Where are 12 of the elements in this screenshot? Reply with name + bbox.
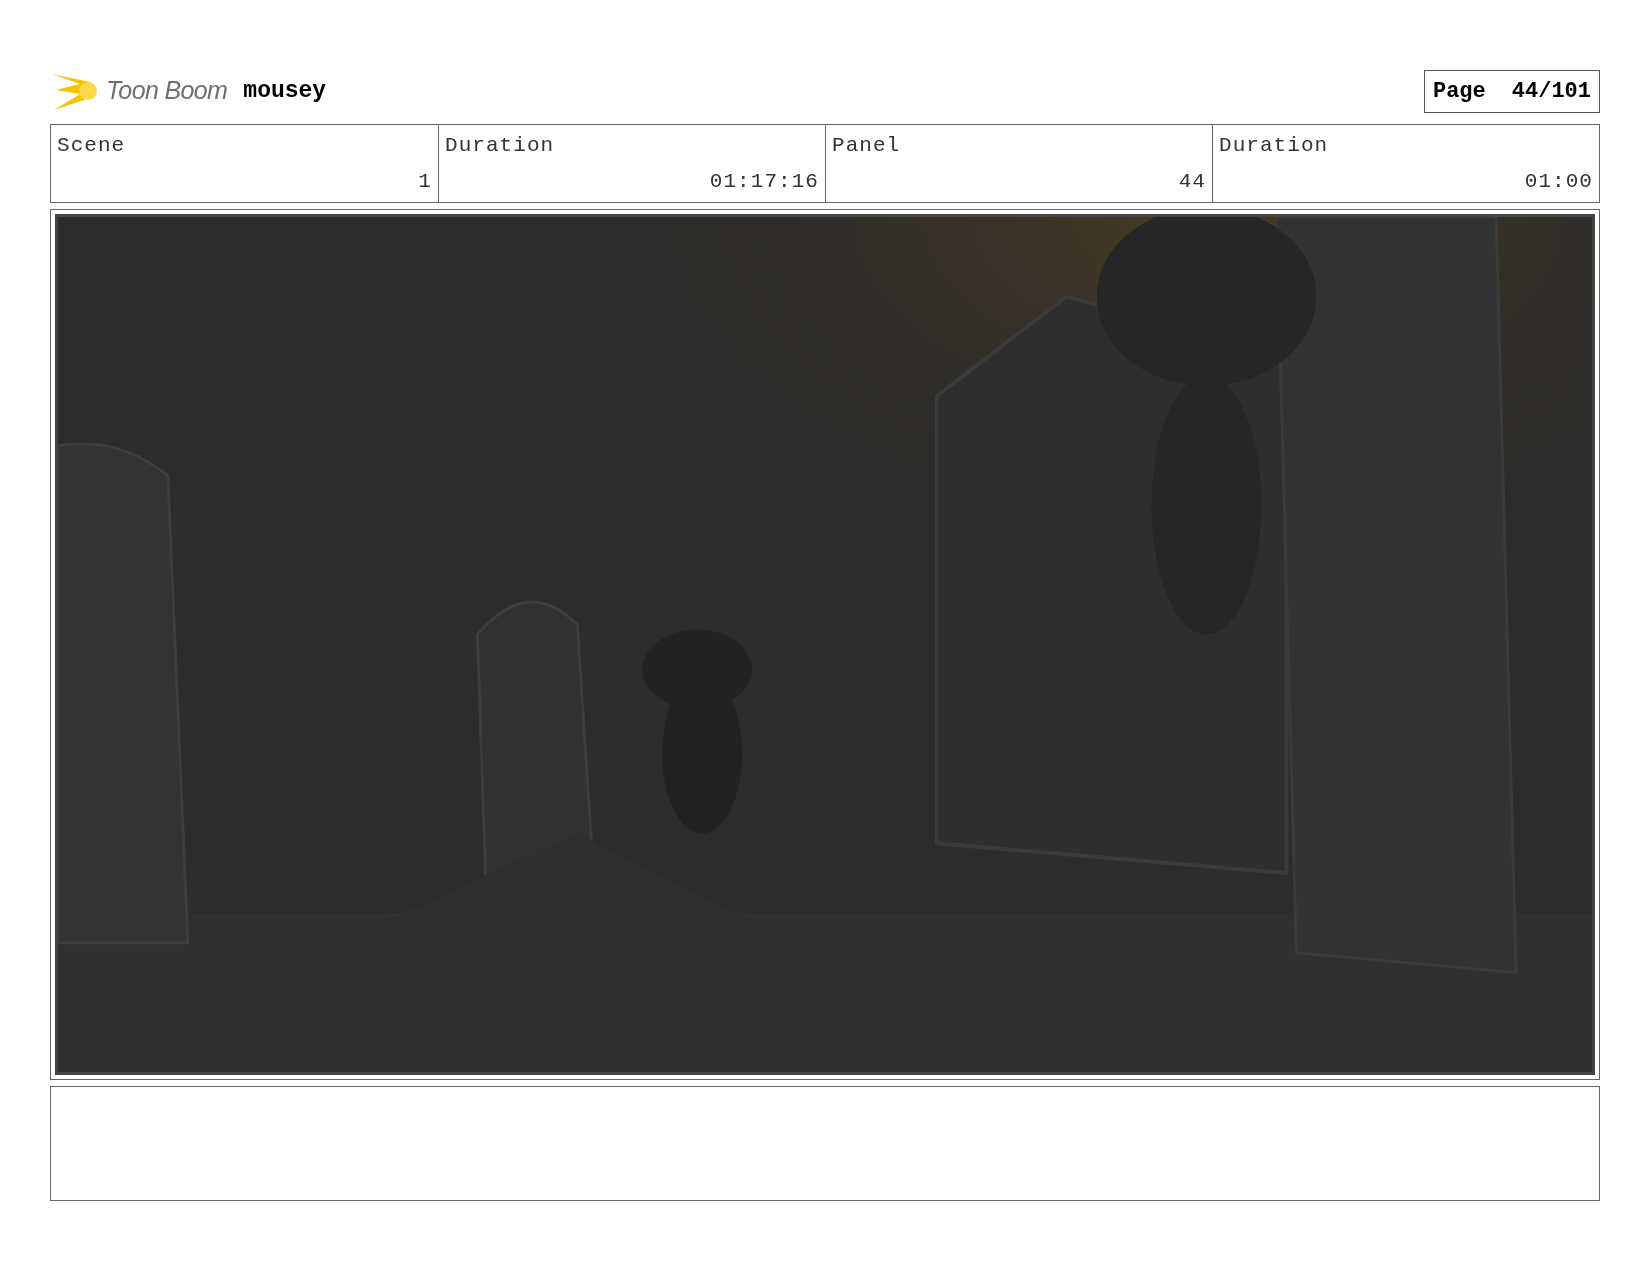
table-cell-text: 44	[1178, 168, 1206, 195]
table-cell-text: 01:17:16	[709, 168, 819, 195]
column-heading: Duration	[1219, 133, 1329, 159]
logo-text: Toon Boom	[106, 75, 228, 107]
project-title: mousey	[243, 76, 327, 106]
page-number: 44/101	[1511, 77, 1591, 106]
column-heading: Scene	[57, 133, 126, 159]
table-cell-text: 1	[418, 168, 432, 195]
column-heading: Duration	[445, 133, 555, 159]
page-label: Page	[1432, 77, 1486, 106]
table-cell-text: 01:00	[1524, 168, 1593, 195]
column-heading: Panel	[832, 133, 901, 159]
